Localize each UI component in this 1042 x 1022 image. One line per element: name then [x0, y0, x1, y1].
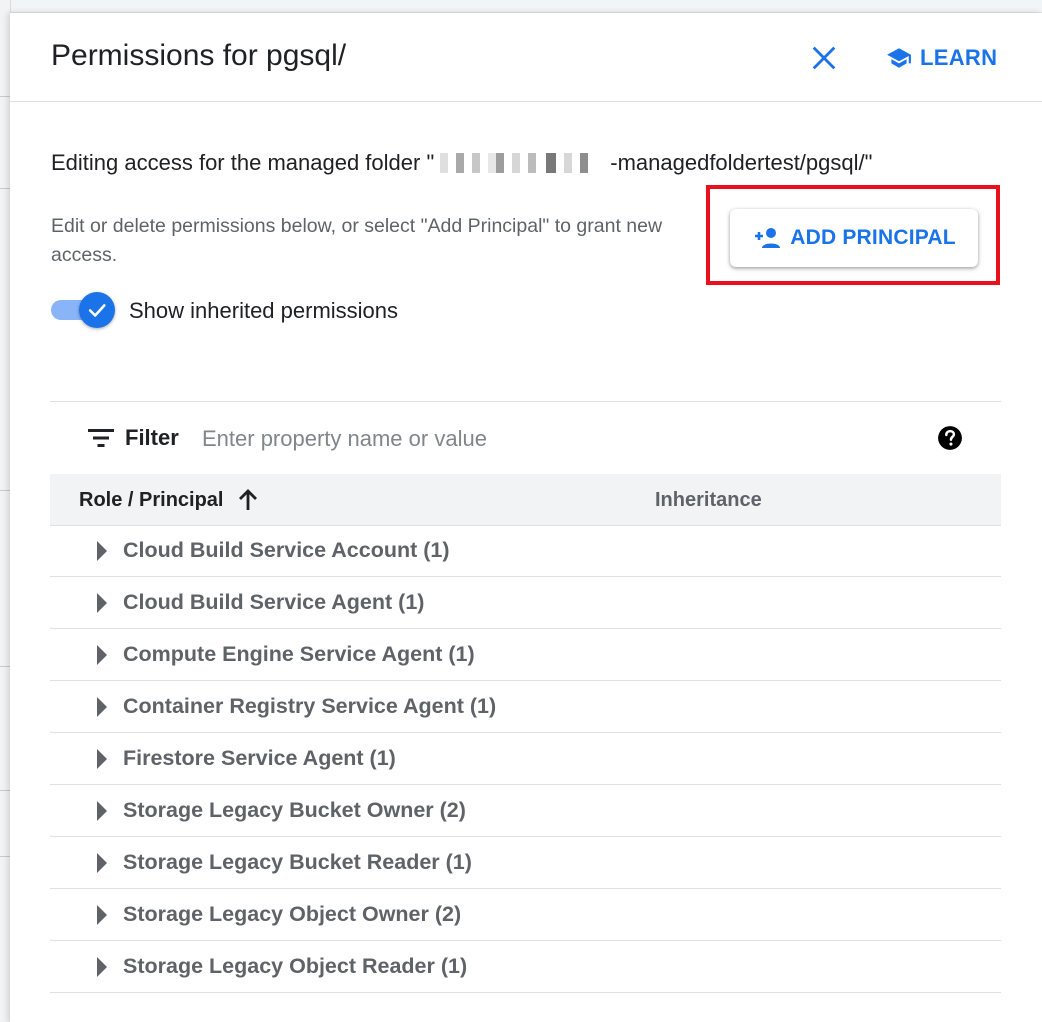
filter-icon: [88, 429, 114, 447]
redacted-bucket-name: [434, 153, 611, 173]
editing-prefix: Editing access for the managed folder ": [51, 150, 435, 175]
close-icon: [812, 46, 836, 70]
caret-right-icon: [97, 645, 107, 665]
role-label: Cloud Build Service Account (1): [123, 538, 450, 562]
panel-title: Permissions for pgsql/: [51, 39, 347, 72]
panel-header: Permissions for pgsql/ LEARN: [10, 13, 1042, 102]
instructions-text: Edit or delete permissions below, or sel…: [51, 215, 663, 266]
role-row[interactable]: Container Registry Service Agent (1): [50, 681, 1001, 733]
close-button[interactable]: [807, 41, 841, 75]
browser-top-strip: [0, 0, 1042, 13]
caret-right-icon: [97, 697, 107, 717]
table-header: Role / Principal Inheritance: [50, 474, 1001, 526]
arrow-up-icon: [239, 489, 258, 510]
inherited-permissions-toggle[interactable]: [51, 292, 115, 328]
role-row[interactable]: Firestore Service Agent (1): [50, 733, 1001, 785]
role-list: Cloud Build Service Account (1) Cloud Bu…: [50, 525, 1001, 993]
role-row[interactable]: Cloud Build Service Account (1): [50, 525, 1001, 577]
learn-label: LEARN: [920, 45, 998, 70]
column-role-label: Role / Principal: [79, 488, 224, 511]
caret-right-icon: [97, 593, 107, 613]
role-row[interactable]: Storage Legacy Bucket Owner (2): [50, 785, 1001, 837]
help-icon[interactable]: [937, 425, 963, 451]
role-label: Storage Legacy Bucket Reader (1): [123, 850, 472, 874]
role-label: Storage Legacy Object Reader (1): [123, 954, 468, 978]
role-row[interactable]: Cloud Build Service Agent (1): [50, 577, 1001, 629]
filter-label: Filter: [125, 425, 179, 450]
filter-input[interactable]: [200, 416, 904, 462]
check-icon: [88, 304, 106, 317]
role-label: Firestore Service Agent (1): [123, 746, 396, 770]
caret-right-icon: [97, 801, 107, 821]
caret-right-icon: [97, 853, 107, 873]
add-principal-button[interactable]: ADD PRINCIPAL: [730, 209, 978, 267]
role-label: Storage Legacy Bucket Owner (2): [123, 798, 466, 822]
role-label: Compute Engine Service Agent (1): [123, 642, 475, 666]
editing-access-text: Editing access for the managed folder " -…: [51, 150, 872, 176]
role-row[interactable]: Storage Legacy Object Owner (2): [50, 889, 1001, 941]
role-row[interactable]: Compute Engine Service Agent (1): [50, 629, 1001, 681]
caret-right-icon: [97, 905, 107, 925]
filter-bar: Filter: [50, 401, 1001, 474]
editing-suffix: -managedfoldertest/pgsql/": [610, 150, 873, 175]
permissions-panel: Permissions for pgsql/ LEARN Editing acc…: [10, 13, 1042, 1022]
toggle-knob: [79, 292, 115, 328]
caret-right-icon: [97, 749, 107, 769]
learn-button[interactable]: LEARN: [884, 41, 997, 75]
caret-right-icon: [97, 957, 107, 977]
school-icon: [887, 48, 911, 68]
column-inheritance[interactable]: Inheritance: [655, 489, 762, 512]
role-label: Container Registry Service Agent (1): [123, 694, 497, 718]
person-add-icon: [755, 228, 781, 248]
toggle-label: Show inherited permissions: [129, 298, 399, 323]
caret-right-icon: [97, 541, 107, 561]
column-role-principal[interactable]: Role / Principal: [79, 488, 259, 512]
role-label: Storage Legacy Object Owner (2): [123, 902, 462, 926]
role-row[interactable]: Storage Legacy Bucket Reader (1): [50, 837, 1001, 889]
role-row[interactable]: Storage Legacy Object Reader (1): [50, 941, 1001, 993]
add-principal-label: ADD PRINCIPAL: [790, 226, 956, 249]
role-label: Cloud Build Service Agent (1): [123, 590, 425, 614]
